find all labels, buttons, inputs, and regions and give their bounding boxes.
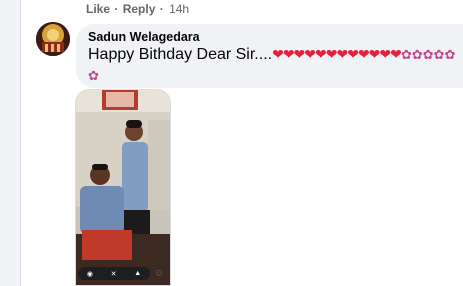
emoji-react-icon[interactable]: ☺ [154, 268, 166, 280]
photo-controls[interactable]: ◉ ✕ ▲ [78, 267, 150, 280]
reply-button[interactable]: Reply [123, 2, 156, 16]
chevron-up-icon[interactable]: ▲ [134, 270, 141, 277]
heart-emoji: ❤ [390, 46, 402, 62]
avatar-image [36, 22, 70, 56]
left-rail [0, 0, 21, 286]
timestamp[interactable]: 14h [169, 2, 189, 16]
comment-author[interactable]: Sadun Welagedara [88, 30, 200, 44]
comment-photo[interactable] [75, 89, 171, 286]
like-button[interactable]: Like [86, 2, 110, 16]
avatar[interactable] [36, 22, 70, 56]
comment-actions: Like · Reply · 14h [86, 2, 189, 16]
photo-image [76, 90, 170, 285]
separator: · [114, 2, 119, 16]
expand-icon[interactable]: ✕ [111, 270, 117, 278]
comment-text: Happy Bithday Dear Sir....❤❤❤❤❤❤❤❤❤❤❤❤✿✿… [88, 44, 460, 86]
separator: · [159, 2, 164, 16]
thread-line [20, 0, 21, 286]
heart-emoji-row: ❤❤❤❤❤❤❤❤❤❤❤ [272, 46, 391, 62]
comment-message: Happy Bithday Dear Sir.... [88, 46, 273, 63]
play-icon[interactable]: ◉ [87, 270, 93, 278]
